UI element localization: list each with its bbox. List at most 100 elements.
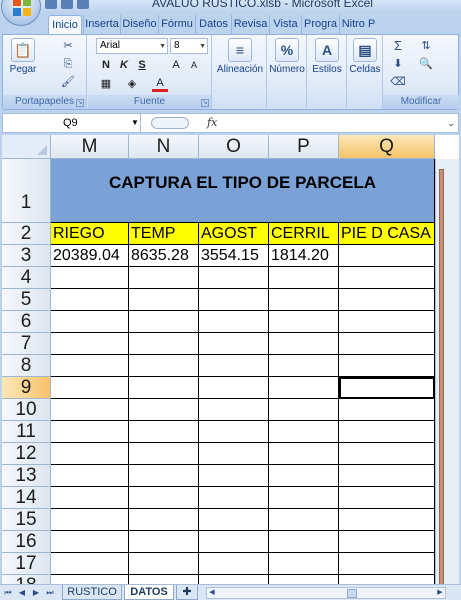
cell-p3[interactable]: 1814.20 xyxy=(269,245,339,267)
chevron-down-icon[interactable]: ▼ xyxy=(131,114,139,132)
cut-icon[interactable]: ✂ xyxy=(59,38,77,54)
cell-q14[interactable] xyxy=(339,487,435,509)
cell-p13[interactable] xyxy=(269,465,339,487)
group-celdas[interactable]: ▤ Celdas xyxy=(347,35,383,109)
column-header-q[interactable]: Q xyxy=(339,135,435,159)
cell-o4[interactable] xyxy=(199,267,269,289)
cell-n16[interactable] xyxy=(129,531,199,553)
cell-o9[interactable] xyxy=(199,377,269,399)
cell-o15[interactable] xyxy=(199,509,269,531)
cell-m3[interactable]: 20389.04 xyxy=(51,245,129,267)
cell-p9[interactable] xyxy=(269,377,339,399)
scroll-right-icon[interactable]: ▶ xyxy=(435,588,445,598)
alignment-button[interactable]: ≡ Alineación xyxy=(215,38,265,90)
cell-m17[interactable] xyxy=(51,553,129,575)
cell-o7[interactable] xyxy=(199,333,269,355)
paste-button[interactable]: 📋 Pegar xyxy=(5,38,41,90)
row-header-12[interactable]: 12 xyxy=(2,443,51,465)
tab-revisar[interactable]: Revisa xyxy=(231,15,269,34)
find-select-icon[interactable]: 🔍 xyxy=(417,56,435,72)
cell-n4[interactable] xyxy=(129,267,199,289)
grow-font-button[interactable]: A xyxy=(168,57,184,73)
group-numero[interactable]: % Número xyxy=(267,35,307,109)
cell-p15[interactable] xyxy=(269,509,339,531)
cell-q4[interactable] xyxy=(339,267,435,289)
number-button[interactable]: % Número xyxy=(268,38,306,90)
cell-p16[interactable] xyxy=(269,531,339,553)
cell-m4[interactable] xyxy=(51,267,129,289)
group-estilos[interactable]: A Estilos xyxy=(307,35,347,109)
copy-icon[interactable]: ⎘ xyxy=(59,56,77,72)
cell-o5[interactable] xyxy=(199,289,269,311)
styles-button[interactable]: A Estilos xyxy=(308,38,346,90)
last-sheet-icon[interactable]: ⏭ xyxy=(44,587,56,599)
cell-n7[interactable] xyxy=(129,333,199,355)
row-header-17[interactable]: 17 xyxy=(2,553,51,575)
cell-n14[interactable] xyxy=(129,487,199,509)
cell-m5[interactable] xyxy=(51,289,129,311)
bold-button[interactable]: N xyxy=(98,57,114,73)
underline-button[interactable]: S xyxy=(134,57,150,73)
group-alineacion[interactable]: ≡ Alineación xyxy=(213,35,267,109)
cell-o3[interactable]: 3554.15 xyxy=(199,245,269,267)
insert-sheet-icon[interactable]: ✚ xyxy=(176,585,198,600)
tab-insertar[interactable]: Inserta xyxy=(83,15,120,34)
tab-formulas[interactable]: Fórmu xyxy=(158,15,195,34)
cell-n12[interactable] xyxy=(129,443,199,465)
cell-m13[interactable] xyxy=(51,465,129,487)
font-color-button[interactable]: A xyxy=(152,76,168,92)
cell-o2[interactable]: AGOST xyxy=(199,223,269,245)
clear-icon[interactable]: ⌫ xyxy=(389,74,407,90)
cell-q8[interactable] xyxy=(339,355,435,377)
horizontal-scrollbar[interactable]: ◀ ▶ xyxy=(206,587,446,599)
tab-nitro[interactable]: Nitro P xyxy=(339,15,377,34)
name-box[interactable]: Q9 xyxy=(3,114,141,132)
cell-q3[interactable] xyxy=(339,245,435,267)
formula-input[interactable] xyxy=(233,114,443,132)
cell-p5[interactable] xyxy=(269,289,339,311)
borders-icon[interactable]: ▦ xyxy=(98,76,114,92)
cell-m10[interactable] xyxy=(51,399,129,421)
cell-p8[interactable] xyxy=(269,355,339,377)
sheet-tab-datos[interactable]: DATOS xyxy=(124,585,174,600)
cell-q7[interactable] xyxy=(339,333,435,355)
cell-m12[interactable] xyxy=(51,443,129,465)
cell-o16[interactable] xyxy=(199,531,269,553)
column-header-m[interactable]: M xyxy=(51,135,129,159)
format-painter-icon[interactable]: 🖌 xyxy=(59,74,77,90)
cell-o12[interactable] xyxy=(199,443,269,465)
row-header-1[interactable]: 1 xyxy=(2,159,51,223)
cell-m9[interactable] xyxy=(51,377,129,399)
italic-button[interactable]: K xyxy=(116,57,132,73)
cell-p18[interactable] xyxy=(269,575,339,584)
row-header-5[interactable]: 5 xyxy=(2,289,51,311)
cell-m2[interactable]: RIEGO xyxy=(51,223,129,245)
insert-function-icon[interactable]: fx xyxy=(207,115,217,131)
expand-formula-bar-icon[interactable]: ⌄ xyxy=(445,115,457,131)
cell-q2[interactable]: PIE D CASA xyxy=(339,223,435,245)
horizontal-scroll-thumb[interactable] xyxy=(347,589,357,598)
cell-o17[interactable] xyxy=(199,553,269,575)
tab-diseno[interactable]: Diseño xyxy=(120,15,158,34)
first-sheet-icon[interactable]: ⏮ xyxy=(2,587,14,599)
cell-q17[interactable] xyxy=(339,553,435,575)
cell-m7[interactable] xyxy=(51,333,129,355)
cell-n18[interactable] xyxy=(129,575,199,584)
fill-icon[interactable]: ⬇ xyxy=(389,56,407,72)
row-header-13[interactable]: 13 xyxy=(2,465,51,487)
cell-n2[interactable]: TEMP xyxy=(129,223,199,245)
cell-o8[interactable] xyxy=(199,355,269,377)
cell-q13[interactable] xyxy=(339,465,435,487)
cell-o10[interactable] xyxy=(199,399,269,421)
cell-m6[interactable] xyxy=(51,311,129,333)
cell-p17[interactable] xyxy=(269,553,339,575)
cell-n17[interactable] xyxy=(129,553,199,575)
undo-icon[interactable] xyxy=(61,0,73,9)
cell-p12[interactable] xyxy=(269,443,339,465)
tab-programador[interactable]: Progra xyxy=(301,15,339,34)
vertical-scroll-thumb[interactable] xyxy=(439,169,444,584)
row-header-8[interactable]: 8 xyxy=(2,355,51,377)
select-all-button[interactable] xyxy=(2,135,51,159)
parcel-type-title[interactable]: CAPTURA EL TIPO DE PARCELA xyxy=(51,159,435,223)
cell-q9[interactable] xyxy=(339,377,435,399)
